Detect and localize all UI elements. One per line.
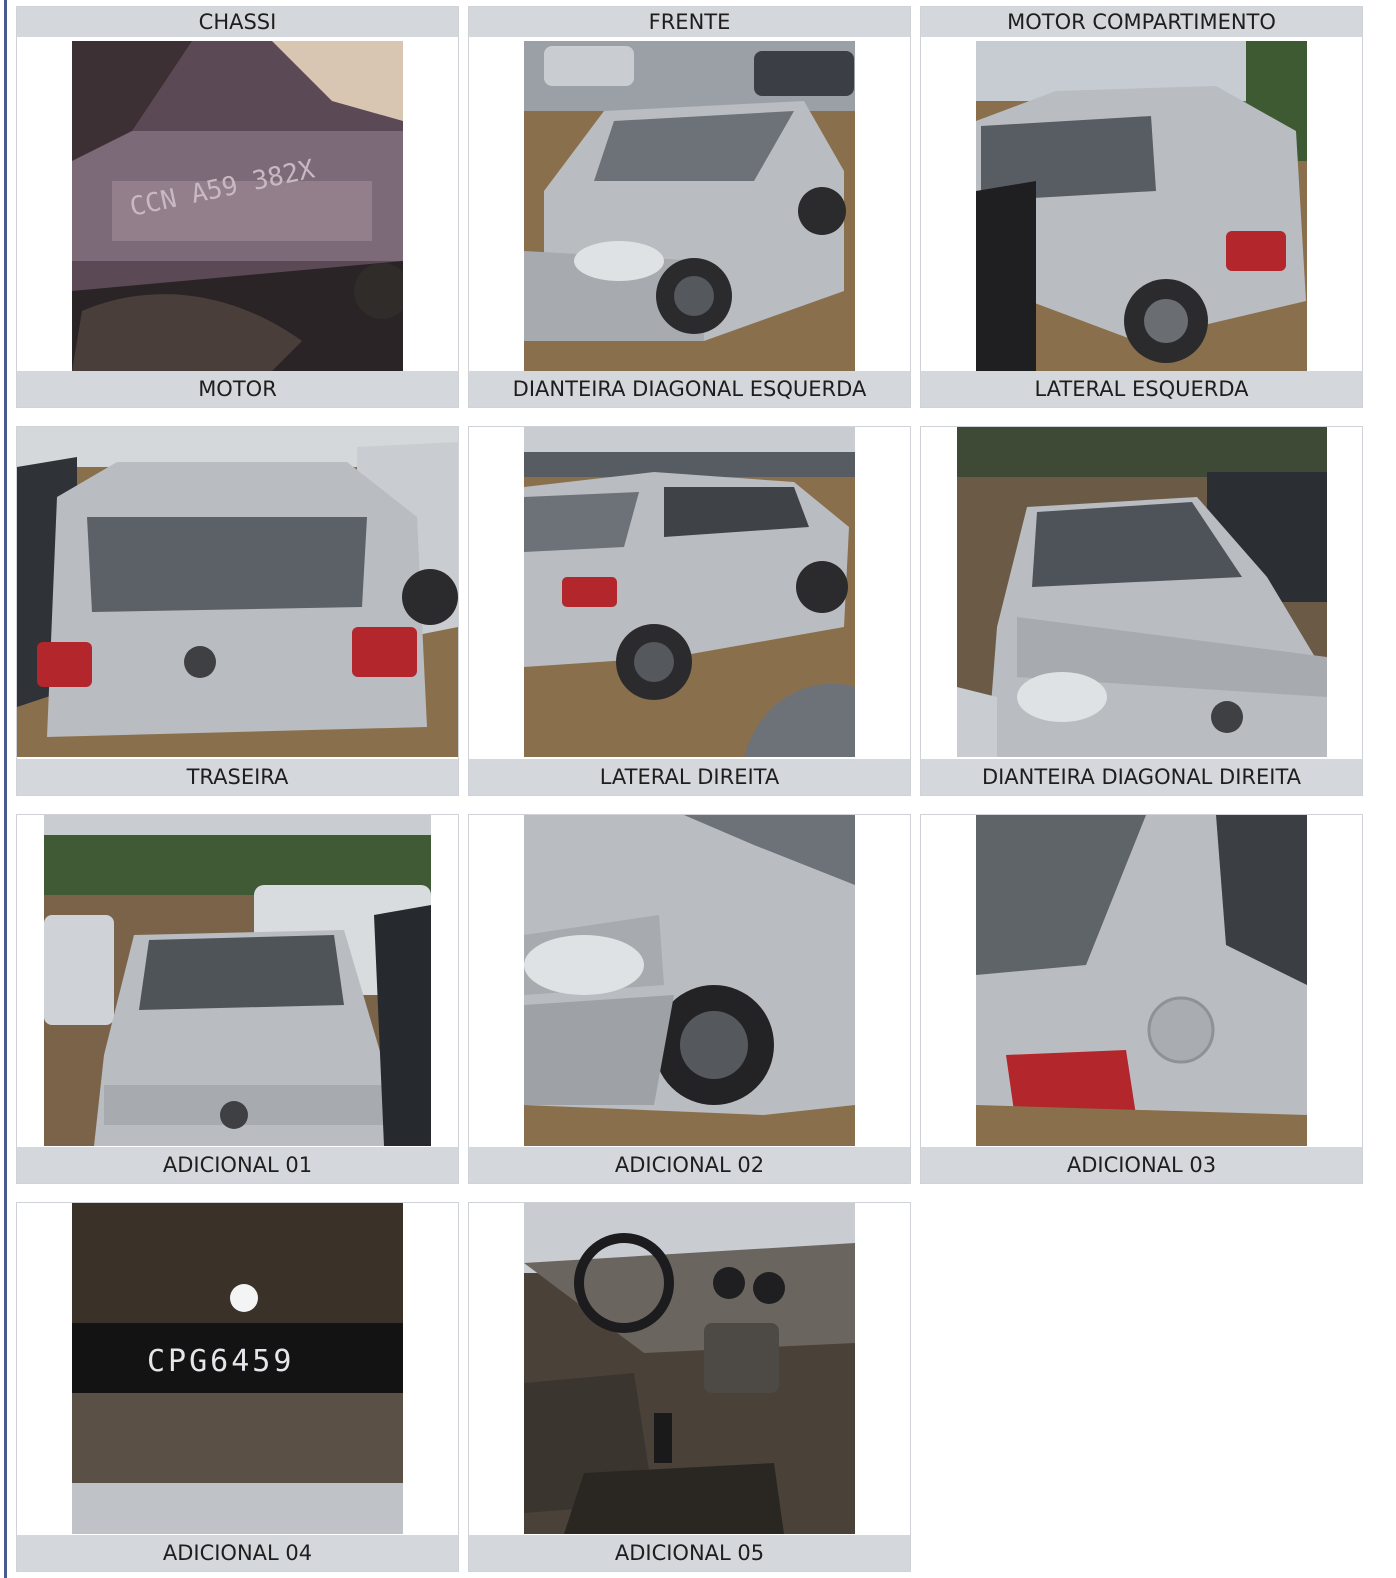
photo-lateral-esquerda[interactable] [976,41,1307,371]
photo-caption: ADICIONAL 05 [469,1535,910,1571]
photo-adicional-03[interactable] [976,815,1307,1146]
photo-card-adicional-04: CPG6459 ADICIONAL 04 [16,1202,459,1572]
column-header-frente: FRENTE [469,7,910,37]
photo-lateral-direita[interactable] [524,427,855,757]
photo-adicional-01[interactable] [44,815,431,1146]
photo-caption: ADICIONAL 01 [17,1147,458,1183]
photo-caption: MOTOR [17,371,458,407]
photo-card-motor: CHASSI CCN A59 382X MOTOR [16,6,459,408]
photo-adicional-05[interactable] [524,1203,855,1534]
photo-caption: TRASEIRA [17,759,458,795]
photo-card-adicional-03: ADICIONAL 03 [920,814,1363,1184]
photo-caption: DIANTEIRA DIAGONAL DIREITA [921,759,1362,795]
photo-dianteira-diagonal-esquerda[interactable] [524,41,855,371]
photo-card-adicional-01: ADICIONAL 01 [16,814,459,1184]
photo-card-lateral-direita: LATERAL DIREITA [468,426,911,796]
photo-caption: ADICIONAL 02 [469,1147,910,1183]
photo-traseira[interactable] [17,427,458,757]
etched-text: CPG6459 [147,1344,294,1379]
photo-caption: DIANTEIRA DIAGONAL ESQUERDA [469,371,910,407]
photo-motor[interactable]: CCN A59 382X [72,41,403,371]
photo-dianteira-diagonal-direita[interactable] [957,427,1327,757]
column-header-chassi: CHASSI [17,7,458,37]
photo-adicional-04[interactable]: CPG6459 [72,1203,403,1534]
photo-card-adicional-02: ADICIONAL 02 [468,814,911,1184]
column-header-motor-compartimento: MOTOR COMPARTIMENTO [921,7,1362,37]
photo-card-traseira: TRASEIRA [16,426,459,796]
photo-card-dianteira-diagonal-esquerda: FRENTE DIANTEIRA DIAGONAL ESQUERDA [468,6,911,408]
photo-caption: ADICIONAL 04 [17,1535,458,1571]
photo-caption: LATERAL ESQUERDA [921,371,1362,407]
photo-adicional-02[interactable] [524,815,855,1146]
photo-caption: ADICIONAL 03 [921,1147,1362,1183]
photo-caption: LATERAL DIREITA [469,759,910,795]
photo-card-lateral-esquerda: MOTOR COMPARTIMENTO LATERAL ESQUERDA [920,6,1363,408]
left-border-rule [4,0,7,1578]
photo-card-dianteira-diagonal-direita: DIANTEIRA DIAGONAL DIREITA [920,426,1363,796]
photo-card-adicional-05: ADICIONAL 05 [468,1202,911,1572]
